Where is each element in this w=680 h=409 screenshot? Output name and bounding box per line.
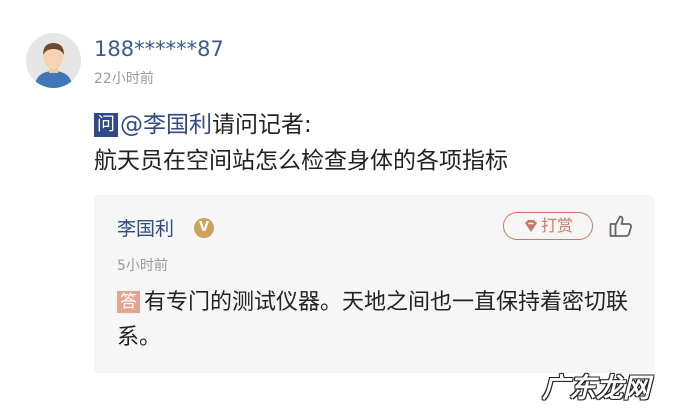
watermark: 广东龙网	[542, 373, 650, 404]
question-text: 问 @李国利请问记者: 航天员在空间站怎么检查身体的各项指标	[94, 107, 654, 179]
answer-text: 答有专门的测试仪器。天地之间也一直保持着密切联系。	[117, 285, 637, 355]
verified-icon: V	[194, 218, 214, 238]
gem-icon	[523, 216, 539, 242]
replier-name[interactable]: 李国利	[117, 214, 174, 241]
thumbs-up-icon[interactable]	[608, 213, 634, 243]
reply-box: 李国利 V 打赏 5小时前 答有专门的测试仪器。天地之间也一直保持着密切联系。	[94, 195, 654, 373]
answer-body: 有专门的测试仪器。天地之间也一直保持着密切联系。	[117, 290, 629, 350]
reply-timestamp: 5小时前	[117, 258, 168, 274]
tip-button[interactable]: 打赏	[503, 212, 593, 240]
username[interactable]: 188******87	[94, 37, 224, 61]
question-line-1: 请问记者:	[212, 112, 312, 138]
question-badge: 问	[94, 113, 118, 137]
avatar[interactable]	[26, 33, 81, 88]
answer-badge: 答	[117, 291, 140, 313]
question-line-2: 航天员在空间站怎么检查身体的各项指标	[94, 148, 508, 174]
comment-timestamp: 22小时前	[94, 71, 154, 87]
tip-label: 打赏	[540, 216, 573, 235]
mention-link[interactable]: @李国利	[120, 112, 212, 138]
